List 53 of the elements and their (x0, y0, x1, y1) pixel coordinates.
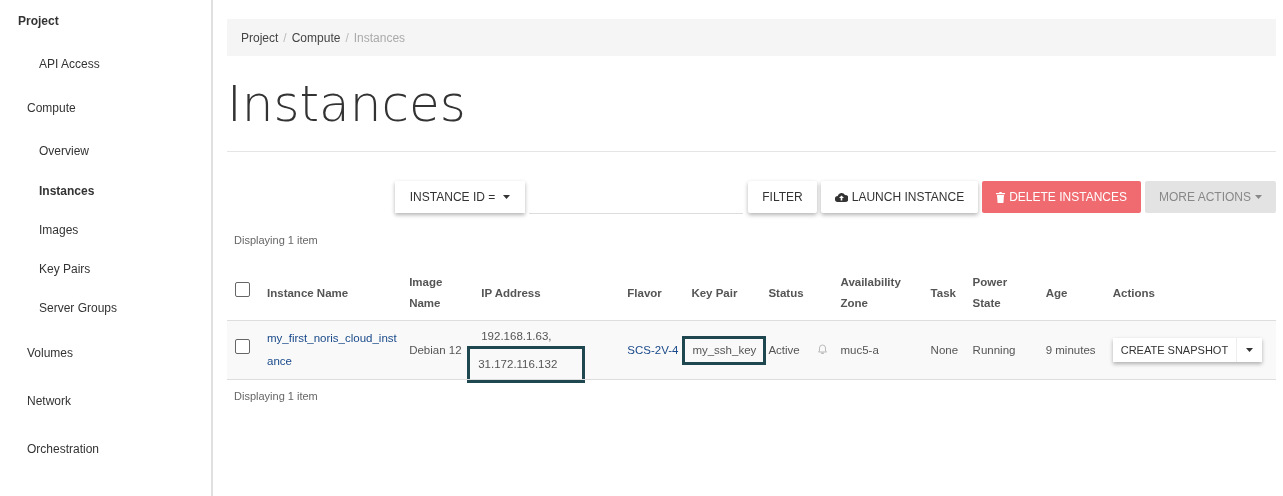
table-cell: Running (972, 343, 1016, 356)
flavor-link[interactable]: SCS-2V-4 (627, 338, 679, 362)
sidebar-item[interactable]: Compute (0, 83, 211, 132)
row-checkbox[interactable] (235, 338, 250, 354)
sidebar-item[interactable]: Server Groups (0, 288, 211, 328)
breadcrumb-link[interactable]: Compute (291, 30, 341, 45)
ip-address: 192.168.1.63, (481, 329, 553, 344)
toolbar-button[interactable]: FILTER (748, 181, 817, 213)
column-header: Status (768, 286, 804, 299)
breadcrumb-separator: / (283, 30, 287, 45)
caret-icon (1246, 348, 1254, 352)
sidebar-item[interactable]: Volumes (0, 327, 211, 376)
sidebar-item[interactable]: Key Pairs (0, 249, 211, 289)
column-header: Key Pair (691, 286, 738, 299)
toolbar-button[interactable]: LAUNCH INSTANCE (820, 181, 979, 213)
instance-link[interactable]: my_first_noris_cloud_instance (267, 327, 398, 373)
column-header: IP Address (481, 286, 541, 299)
caret-icon (503, 195, 511, 199)
table-cell: Active (768, 343, 800, 356)
breadcrumb-separator: / (345, 30, 349, 45)
column-header: Image Name (409, 276, 443, 309)
item-count: Displaying 1 item (233, 389, 319, 404)
column-header: Flavor (627, 286, 662, 299)
table-cell: None (930, 343, 959, 356)
breadcrumb-link[interactable]: Project (241, 30, 279, 45)
create-snapshot-button[interactable]: CREATE SNAPSHOT (1112, 338, 1237, 362)
sidebar-item[interactable]: API Access (0, 44, 211, 84)
ip-address: 31.172.116.132 (467, 346, 586, 383)
sidebar-item[interactable]: Network (0, 375, 211, 424)
bell-icon (818, 343, 828, 354)
cloud-upload-icon (834, 192, 848, 202)
caret-icon (1255, 195, 1262, 199)
trash-icon (996, 191, 1006, 203)
column-header: Availability Zone (840, 276, 901, 309)
sidebar-item[interactable]: Images (0, 209, 211, 250)
sidebar-item[interactable]: Overview (0, 131, 211, 171)
column-header: Task (930, 286, 956, 299)
column-header: Age (1045, 286, 1068, 299)
table-cell: muc5-a (840, 343, 879, 356)
column-header: Actions (1112, 286, 1155, 299)
sidebar-title: Project (17, 14, 60, 30)
column-header: Instance Name (267, 286, 349, 299)
select-all-checkbox[interactable] (235, 282, 250, 297)
sidebar-item[interactable]: Instances (0, 170, 211, 210)
filter-dropdown[interactable]: INSTANCE ID = (394, 181, 526, 213)
table-cell: 9 minutes (1045, 343, 1096, 356)
item-count: Displaying 1 item (233, 233, 319, 248)
actions-menu-button[interactable] (1236, 338, 1263, 362)
page-title: Instances (227, 56, 1276, 152)
sidebar-item[interactable]: Orchestration (0, 423, 211, 472)
key-pair-name: my_ssh_key (682, 335, 767, 365)
table-cell: Debian 12 (409, 343, 462, 356)
column-header: Power State (972, 276, 1008, 309)
